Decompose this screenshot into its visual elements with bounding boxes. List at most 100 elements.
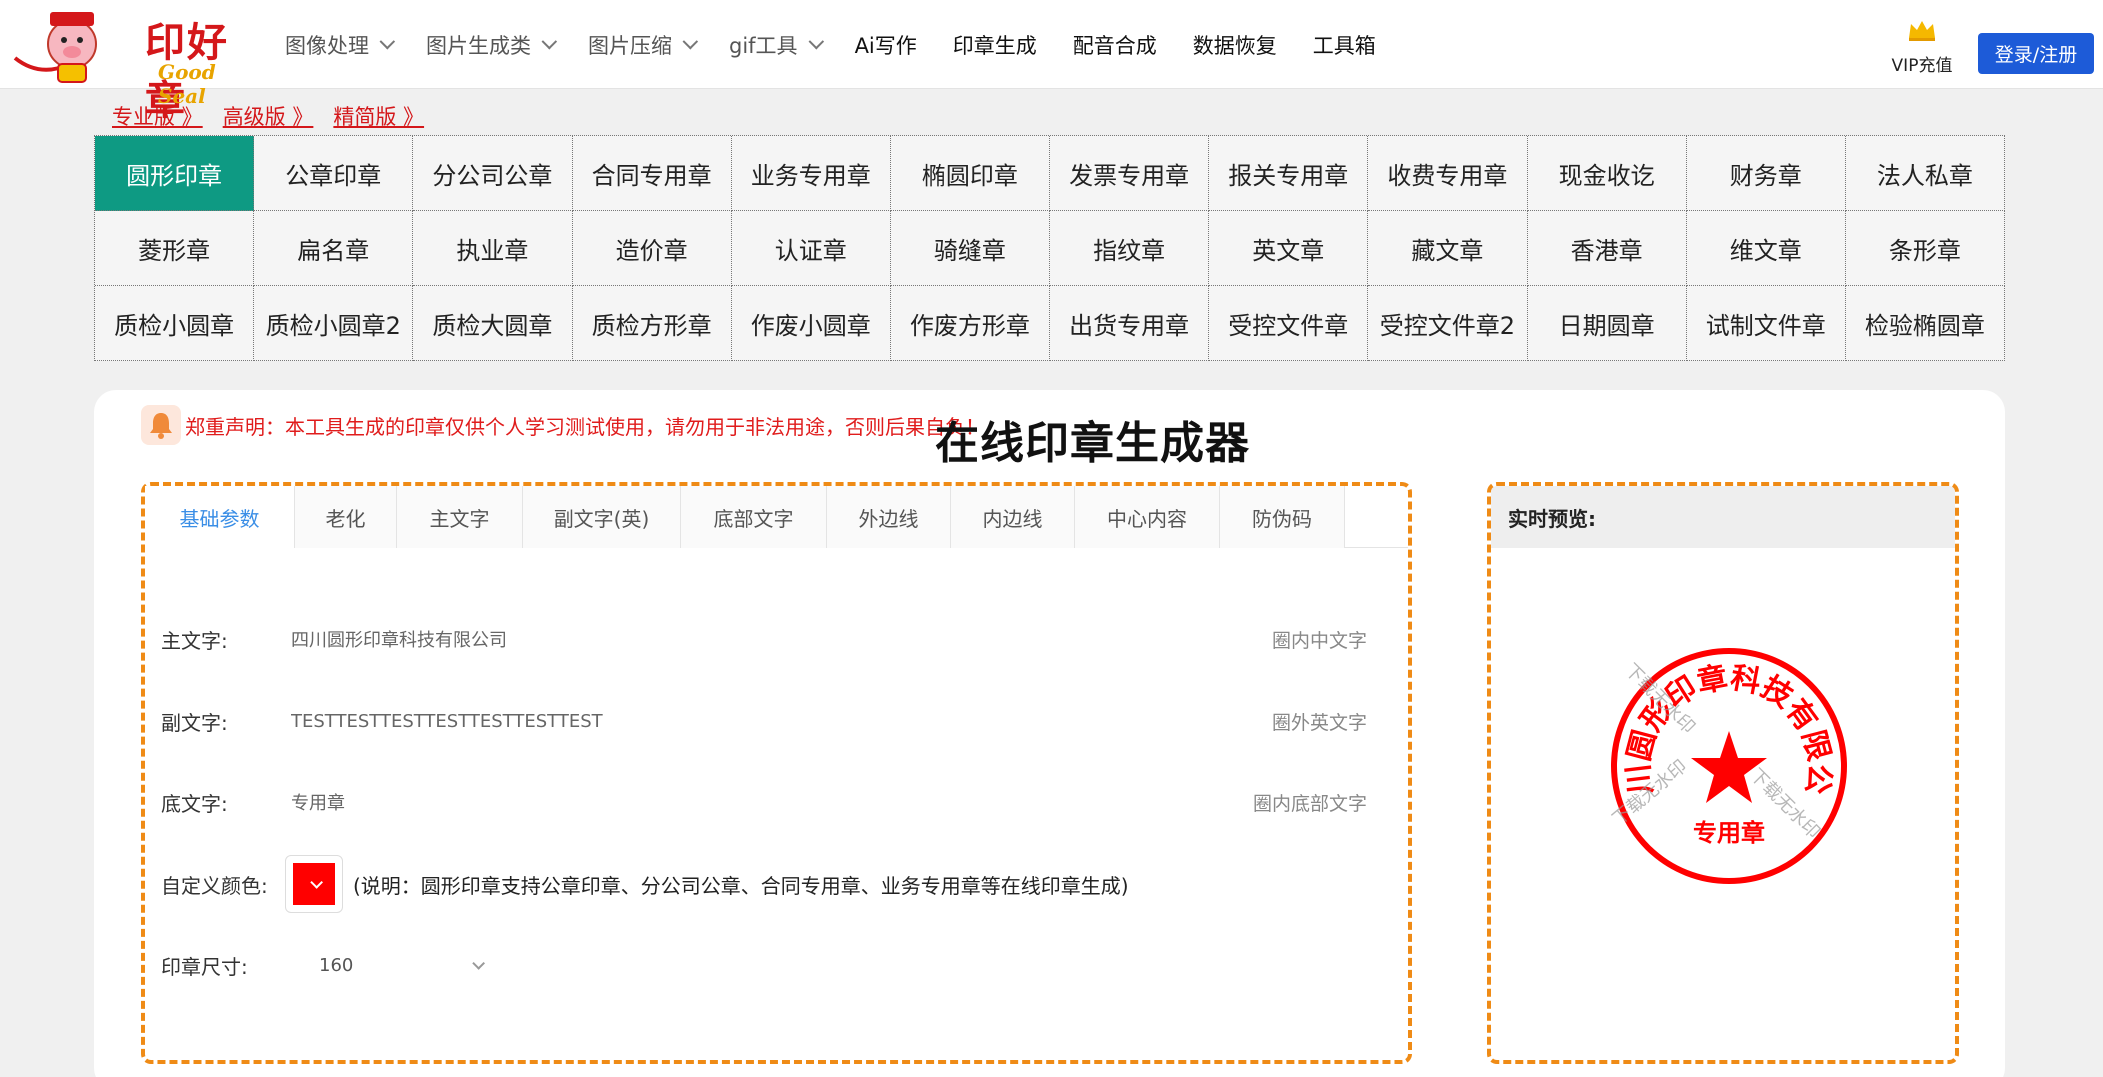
pig-mascot-icon — [13, 12, 97, 83]
nav-voice-synthesis[interactable]: 配音合成 — [1073, 30, 1157, 60]
main-nav: 图像处理 图片生成类 图片压缩 gif工具 Ai写作 印章生成 配音合成 数据恢… — [285, 0, 1412, 89]
stamp-type-29[interactable]: 作废小圆章 — [731, 286, 891, 361]
crown-icon — [1909, 21, 1935, 41]
stamp-type-32[interactable]: 受控文件章 — [1209, 286, 1369, 361]
stamp-type-26[interactable]: 质检小圆章2 — [254, 286, 414, 361]
tab-outer-border[interactable]: 外边线 — [827, 486, 951, 548]
nav-label: 工具箱 — [1312, 33, 1376, 58]
site-logo[interactable]: 印好章 Good Seal — [10, 6, 270, 124]
color-swatch — [293, 863, 335, 905]
stamp-type-33[interactable]: 受控文件章2 — [1368, 286, 1528, 361]
size-select[interactable]: 160 — [291, 954, 485, 976]
nav-toolbox[interactable]: 工具箱 — [1313, 30, 1376, 60]
stamp-type-12[interactable]: 法人私章 — [1845, 136, 2005, 211]
bottom-text-row: 底文字: 圈内底部文字 — [161, 782, 1391, 822]
stamp-type-30[interactable]: 作废方形章 — [890, 286, 1050, 361]
nav-label: 图片压缩 — [588, 33, 672, 58]
stamp-type-2[interactable]: 公章印章 — [254, 136, 414, 211]
sub-text-hint: 圈外英文字 — [1271, 711, 1367, 734]
nav-image-generation[interactable]: 图片生成类 — [426, 30, 558, 60]
preview-title: 实时预览: — [1491, 486, 1955, 548]
stamp-type-35[interactable]: 试制文件章 — [1686, 286, 1846, 361]
version-pro-link[interactable]: 专业版 》 — [112, 101, 203, 131]
stamp-type-11[interactable]: 财务章 — [1686, 136, 1846, 211]
tab-main-text[interactable]: 主文字 — [397, 486, 523, 548]
stamp-type-grid: 圆形印章 公章印章 分公司公章 合同专用章 业务专用章 椭圆印章 发票专用章 报关专用章 收费专… — [94, 135, 2005, 361]
stamp-type-3[interactable]: 分公司公章 — [413, 136, 573, 211]
bottom-text-input[interactable] — [291, 791, 1207, 813]
stamp-type-23[interactable]: 维文章 — [1686, 211, 1846, 286]
size-value: 160 — [319, 954, 354, 976]
vip-recharge[interactable]: VIP充值 — [1887, 18, 1957, 76]
chevron-down-icon — [379, 33, 396, 50]
stamp-type-28[interactable]: 质检方形章 — [572, 286, 732, 361]
stamp-preview: 四川圆形印章科技有限公司 专用章 下载无水印 下载无水印 下载无水印 — [1599, 636, 1847, 884]
bell-icon — [141, 405, 181, 445]
stamp-type-24[interactable]: 条形章 — [1845, 211, 2005, 286]
stamp-type-20[interactable]: 英文章 — [1209, 211, 1369, 286]
nav-ai-writing[interactable]: Ai写作 — [855, 30, 917, 60]
stamp-type-19[interactable]: 指纹章 — [1050, 211, 1210, 286]
nav-gif-tools[interactable]: gif工具 — [729, 30, 824, 60]
stamp-type-21[interactable]: 藏文章 — [1368, 211, 1528, 286]
nav-label: 图片生成类 — [426, 33, 531, 58]
sub-text-label: 副文字: — [161, 710, 228, 735]
stamp-type-31[interactable]: 出货专用章 — [1050, 286, 1210, 361]
tab-inner-border[interactable]: 内边线 — [951, 486, 1075, 548]
star-icon — [1691, 731, 1767, 803]
settings-tabs: 基础参数 老化 主文字 副文字(英) 底部文字 外边线 内边线 中心内容 防伪码 — [145, 486, 1408, 548]
version-lite-link[interactable]: 精简版 》 — [333, 101, 424, 131]
chevron-down-icon — [309, 875, 323, 889]
stamp-bottom-text: 专用章 — [1693, 819, 1765, 847]
stamp-type-1[interactable]: 圆形印章 — [95, 136, 255, 211]
main-text-hint: 圈内中文字 — [1271, 629, 1367, 652]
stamp-type-36[interactable]: 检验椭圆章 — [1845, 286, 2005, 361]
nav-image-processing[interactable]: 图像处理 — [285, 30, 396, 60]
tab-aging[interactable]: 老化 — [295, 486, 397, 548]
tab-center-content[interactable]: 中心内容 — [1075, 486, 1220, 548]
color-label: 自定义颜色: — [161, 873, 268, 898]
stamp-type-34[interactable]: 日期圆章 — [1527, 286, 1687, 361]
stamp-type-25[interactable]: 质检小圆章 — [95, 286, 255, 361]
stamp-type-27[interactable]: 质检大圆章 — [413, 286, 573, 361]
stamp-type-7[interactable]: 发票专用章 — [1050, 136, 1210, 211]
stamp-type-16[interactable]: 造价章 — [572, 211, 732, 286]
version-links: 专业版 》 高级版 》 精简版 》 — [112, 101, 444, 131]
stamp-type-5[interactable]: 业务专用章 — [731, 136, 891, 211]
size-row: 印章尺寸: 160 — [161, 945, 1391, 985]
main-text-row: 主文字: 圈内中文字 — [161, 619, 1391, 659]
stamp-type-6[interactable]: 椭圆印章 — [890, 136, 1050, 211]
nav-data-recovery[interactable]: 数据恢复 — [1193, 30, 1277, 60]
stamp-type-8[interactable]: 报关专用章 — [1209, 136, 1369, 211]
chevron-down-icon — [808, 33, 824, 50]
nav-label: gif工具 — [729, 33, 798, 58]
stamp-type-15[interactable]: 执业章 — [413, 211, 573, 286]
disclaimer-notice: 郑重声明：本工具生成的印章仅供个人学习测试使用，请勿用于非法用途，否则后果自负！ — [141, 405, 985, 445]
nav-label: 印章生成 — [952, 33, 1037, 58]
vip-label: VIP充值 — [1891, 56, 1953, 76]
stamp-type-10[interactable]: 现金收讫 — [1527, 136, 1687, 211]
login-register-button[interactable]: 登录/注册 — [1978, 33, 2094, 74]
color-note: (说明：圆形印章支持公章印章、分公司公章、合同专用章、业务专用章等在线印章生成) — [353, 873, 1129, 898]
disclaimer-text: 郑重声明：本工具生成的印章仅供个人学习测试使用，请勿用于非法用途，否则后果自负！ — [185, 414, 985, 439]
stamp-type-13[interactable]: 菱形章 — [95, 211, 255, 286]
nav-stamp-generate[interactable]: 印章生成 — [953, 30, 1037, 60]
nav-label: 配音合成 — [1072, 33, 1157, 58]
stamp-type-22[interactable]: 香港章 — [1527, 211, 1687, 286]
chevron-down-icon — [541, 33, 558, 50]
stamp-type-9[interactable]: 收费专用章 — [1368, 136, 1528, 211]
tab-anti-counterfeit[interactable]: 防伪码 — [1220, 486, 1345, 548]
stamp-type-14[interactable]: 扁名章 — [254, 211, 414, 286]
bottom-text-label: 底文字: — [161, 791, 228, 816]
stamp-type-4[interactable]: 合同专用章 — [572, 136, 732, 211]
color-picker[interactable] — [285, 855, 343, 913]
stamp-type-18[interactable]: 骑缝章 — [890, 211, 1050, 286]
tab-basic-params[interactable]: 基础参数 — [145, 486, 295, 548]
main-text-input[interactable] — [291, 628, 1227, 650]
tab-sub-text[interactable]: 副文字(英) — [523, 486, 681, 548]
version-advanced-link[interactable]: 高级版 》 — [223, 101, 314, 131]
tab-bottom-text[interactable]: 底部文字 — [681, 486, 827, 548]
nav-image-compress[interactable]: 图片压缩 — [588, 30, 699, 60]
sub-text-input[interactable] — [291, 710, 1227, 732]
stamp-type-17[interactable]: 认证章 — [731, 211, 891, 286]
